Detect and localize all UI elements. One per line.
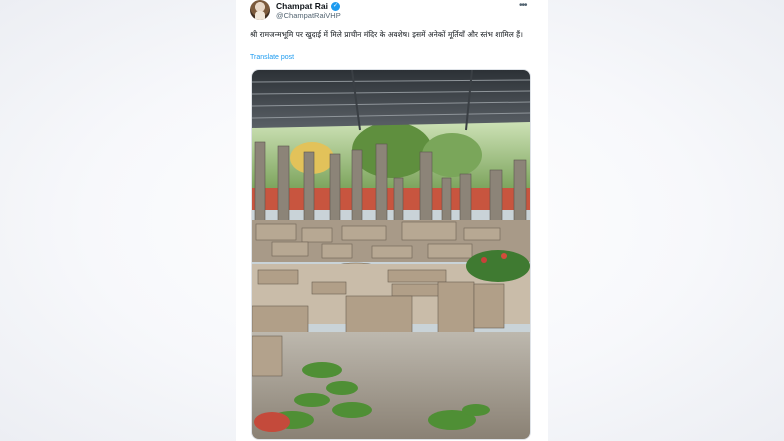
more-options-icon[interactable]: ••• — [519, 0, 527, 11]
verified-badge-icon: ✓ — [330, 1, 340, 11]
author-avatar[interactable] — [250, 0, 270, 20]
temple-ruins-photo — [252, 70, 530, 439]
tweet-image[interactable] — [251, 69, 531, 440]
author-display-name[interactable]: Champat Rai — [276, 1, 328, 11]
translate-post-link[interactable]: Translate post — [250, 54, 294, 61]
author-handle[interactable]: @ChampatRaiVHP — [276, 11, 341, 20]
author-name-row: Champat Rai ✓ — [276, 1, 340, 11]
tweet-card: Champat Rai ✓ @ChampatRaiVHP ••• श्री रा… — [236, 0, 548, 441]
tweet-text: श्री रामजन्मभूमि पर खुदाई में मिले प्राच… — [250, 30, 523, 39]
